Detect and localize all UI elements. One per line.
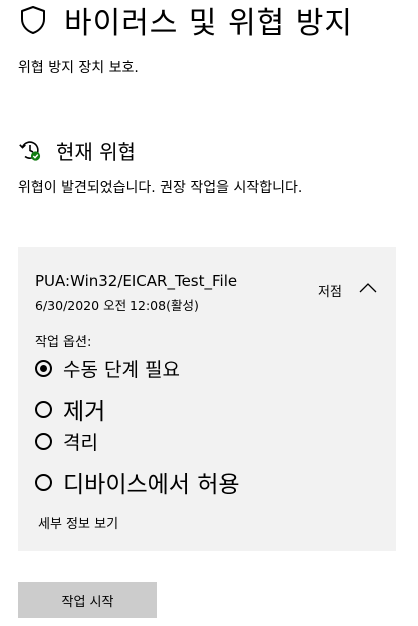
start-actions-button[interactable]: 작업 시작	[18, 582, 157, 618]
threat-name: PUA:Win32/EICAR_Test_File	[35, 272, 238, 290]
current-threats-header: 현재 위협	[18, 136, 136, 164]
radio-button[interactable]	[35, 400, 52, 418]
option-manual-steps[interactable]: 수동 단계 필요	[35, 355, 180, 382]
page-subtitle: 위협 방지 장치 보호.	[18, 60, 139, 76]
threat-card: PUA:Win32/EICAR_Test_File 6/30/2020 오전 1…	[18, 247, 396, 551]
threats-description: 위협이 발견되었습니다. 권장 작업을 시작합니다.	[18, 180, 303, 196]
option-quarantine[interactable]: 격리	[35, 428, 98, 455]
radio-button[interactable]	[35, 473, 52, 491]
shield-icon	[18, 5, 48, 35]
option-label: 격리	[63, 432, 98, 454]
option-label: 수동 단계 필요	[63, 359, 180, 381]
current-threats-title: 현재 위협	[56, 139, 136, 164]
page-header: 바이러스 및 위협 방지	[18, 0, 354, 41]
chevron-up-icon[interactable]	[358, 280, 378, 296]
page-title: 바이러스 및 위협 방지	[64, 6, 354, 41]
see-details-link[interactable]: 세부 정보 보기	[38, 513, 118, 532]
option-label: 디바이스에서 허용	[63, 472, 240, 498]
threat-date: 6/30/2020 오전 12:08(활성)	[35, 298, 199, 313]
radio-button-selected[interactable]	[35, 360, 52, 377]
severity-label: 저점	[318, 285, 342, 300]
action-options-label: 작업 옵션:	[35, 335, 92, 350]
option-allow-on-device[interactable]: 디바이스에서 허용	[35, 465, 240, 499]
history-check-icon	[18, 138, 42, 162]
option-label: 제거	[63, 399, 106, 425]
option-remove[interactable]: 제거	[35, 392, 105, 426]
radio-button[interactable]	[35, 433, 52, 450]
